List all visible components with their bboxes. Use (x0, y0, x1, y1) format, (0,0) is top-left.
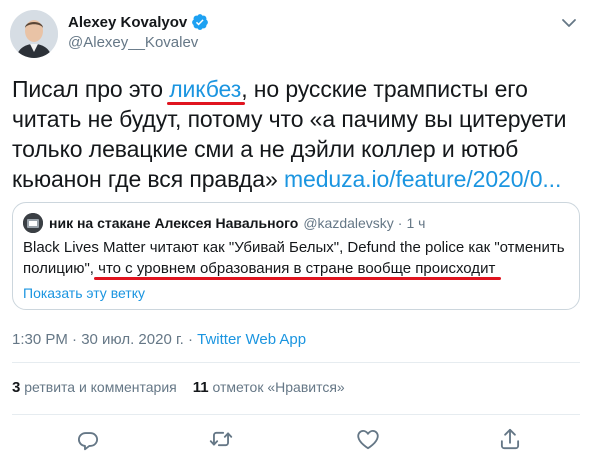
tweet-actions-bar (0, 426, 592, 454)
divider (12, 414, 580, 415)
author-name-row[interactable]: Alexey Kovalyov (68, 12, 209, 32)
quoted-tweet-text: Black Lives Matter читают как "Убивай Бе… (23, 237, 571, 279)
avatar-photo (10, 10, 58, 58)
likes-count: 11 (192, 379, 209, 396)
show-thread-link[interactable]: Показать эту ветку (23, 285, 145, 301)
tweet-text: Писал про это ликбез, но русские трампис… (12, 74, 584, 194)
tweet-timestamp[interactable]: 1:30 PM · 30 июл. 2020 г. (12, 331, 184, 348)
tweet-url-link[interactable]: meduza.io/feature/2020/0... (284, 166, 561, 192)
divider (12, 362, 580, 363)
tweet-source-link[interactable]: Twitter Web App (197, 331, 306, 348)
meta-separator: · (183, 331, 198, 348)
tweet-text-part: Писал про это (12, 76, 170, 102)
quoted-separator: · (397, 215, 403, 231)
quoted-timestamp: 1 ч (406, 215, 426, 231)
like-heart-icon[interactable] (355, 426, 381, 452)
quoted-avatar (23, 213, 43, 233)
author-display-name[interactable]: Alexey Kovalyov (68, 14, 187, 31)
quoted-tweet-header: ник на стакане Алексея Навального @kazda… (23, 213, 425, 233)
likes-label: отметок «Нравится» (208, 379, 345, 395)
retweets-label: ретвита и комментария (20, 379, 177, 395)
author-handle[interactable]: @Alexey__Kovalev (68, 34, 198, 51)
verified-badge-icon (191, 13, 209, 31)
tweet-stats: 3 ретвита и комментария 11 отметок «Нрави… (12, 379, 345, 396)
likes-stat[interactable]: 11 отметок «Нравится» (193, 379, 345, 396)
avatar[interactable] (10, 10, 58, 58)
quoted-text-underlined: что с уровнем образования в стране вообщ… (98, 260, 496, 277)
tweet-hashtag-link[interactable]: ликбез (169, 76, 241, 102)
tweet-meta: 1:30 PM · 30 июл. 2020 г. · Twitter Web … (12, 331, 306, 348)
retweets-stat[interactable]: 3 ретвита и комментария (12, 379, 177, 396)
quoted-author-handle: @kazdalevsky (303, 215, 394, 231)
reply-icon[interactable] (75, 426, 101, 452)
quoted-tweet-card[interactable]: ник на стакане Алексея Навального @kazda… (12, 202, 580, 310)
retweet-icon[interactable] (208, 426, 234, 452)
share-icon[interactable] (497, 426, 523, 452)
quoted-author-name: ник на стакане Алексея Навального (49, 215, 299, 231)
chevron-down-icon[interactable] (560, 14, 578, 32)
